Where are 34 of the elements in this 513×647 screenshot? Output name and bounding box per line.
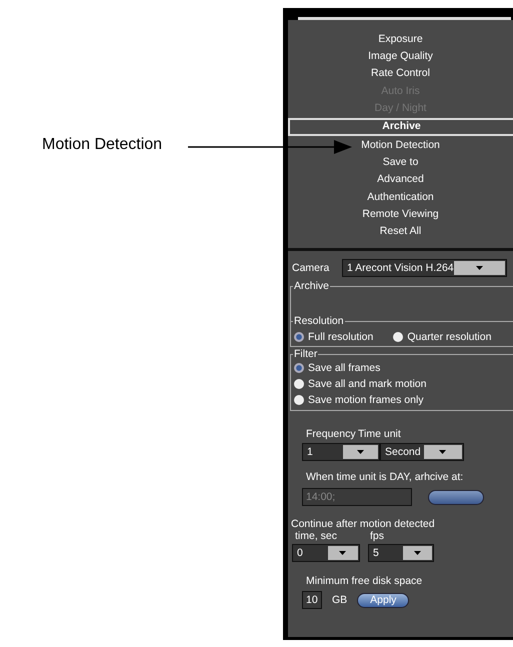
- menu-item[interactable]: Motion Detection: [361, 136, 440, 154]
- section-label: Minimum free disk space: [305, 575, 424, 588]
- menu-item[interactable]: Reset All: [380, 222, 422, 240]
- callout-label: Motion Detection: [42, 136, 162, 154]
- menu-item[interactable]: Archive: [288, 118, 513, 136]
- fps-select[interactable]: 5: [368, 544, 434, 562]
- disk-space-field[interactable]: 10: [302, 591, 322, 610]
- field-label: time, sec: [295, 530, 338, 542]
- section-label: Continue after motion detected: [291, 518, 436, 530]
- menu-item[interactable]: Exposure: [378, 31, 423, 48]
- radio-option[interactable]: Save all frames: [294, 362, 513, 374]
- field-label: Camera: [292, 262, 330, 274]
- group-title: Filter: [293, 348, 318, 360]
- frequency-select[interactable]: 1: [302, 443, 380, 462]
- radio-option[interactable]: Quarter resolution: [393, 331, 492, 344]
- camera-select[interactable]: 1 Arecont Vision H.264: [342, 259, 507, 278]
- hint-text: When time unit is DAY, arhcive at:: [306, 471, 464, 484]
- field-label: Frequency: [305, 428, 357, 440]
- menu-item[interactable]: Image Quality: [368, 48, 433, 66]
- unit-label: GB: [332, 594, 348, 606]
- radio-option[interactable]: Save all and mark motion: [294, 378, 513, 390]
- menu-item[interactable]: Remote Viewing: [362, 206, 439, 223]
- radio-option[interactable]: Save motion frames only: [294, 394, 513, 406]
- menu-item[interactable]: Save to: [382, 154, 418, 172]
- menu-item[interactable]: Advanced: [377, 171, 424, 188]
- group-title: Archive: [293, 280, 330, 292]
- field-label: fps: [370, 530, 384, 542]
- menu-item[interactable]: Authentication: [367, 188, 434, 206]
- menu-item[interactable]: Rate Control: [371, 65, 430, 83]
- field-label: Time unit: [358, 428, 401, 440]
- group-title: Resolution: [293, 315, 345, 328]
- time-select[interactable]: 0: [292, 544, 360, 562]
- radio-option[interactable]: Full resolution: [294, 331, 374, 344]
- time-unit-select[interactable]: Second: [380, 443, 464, 462]
